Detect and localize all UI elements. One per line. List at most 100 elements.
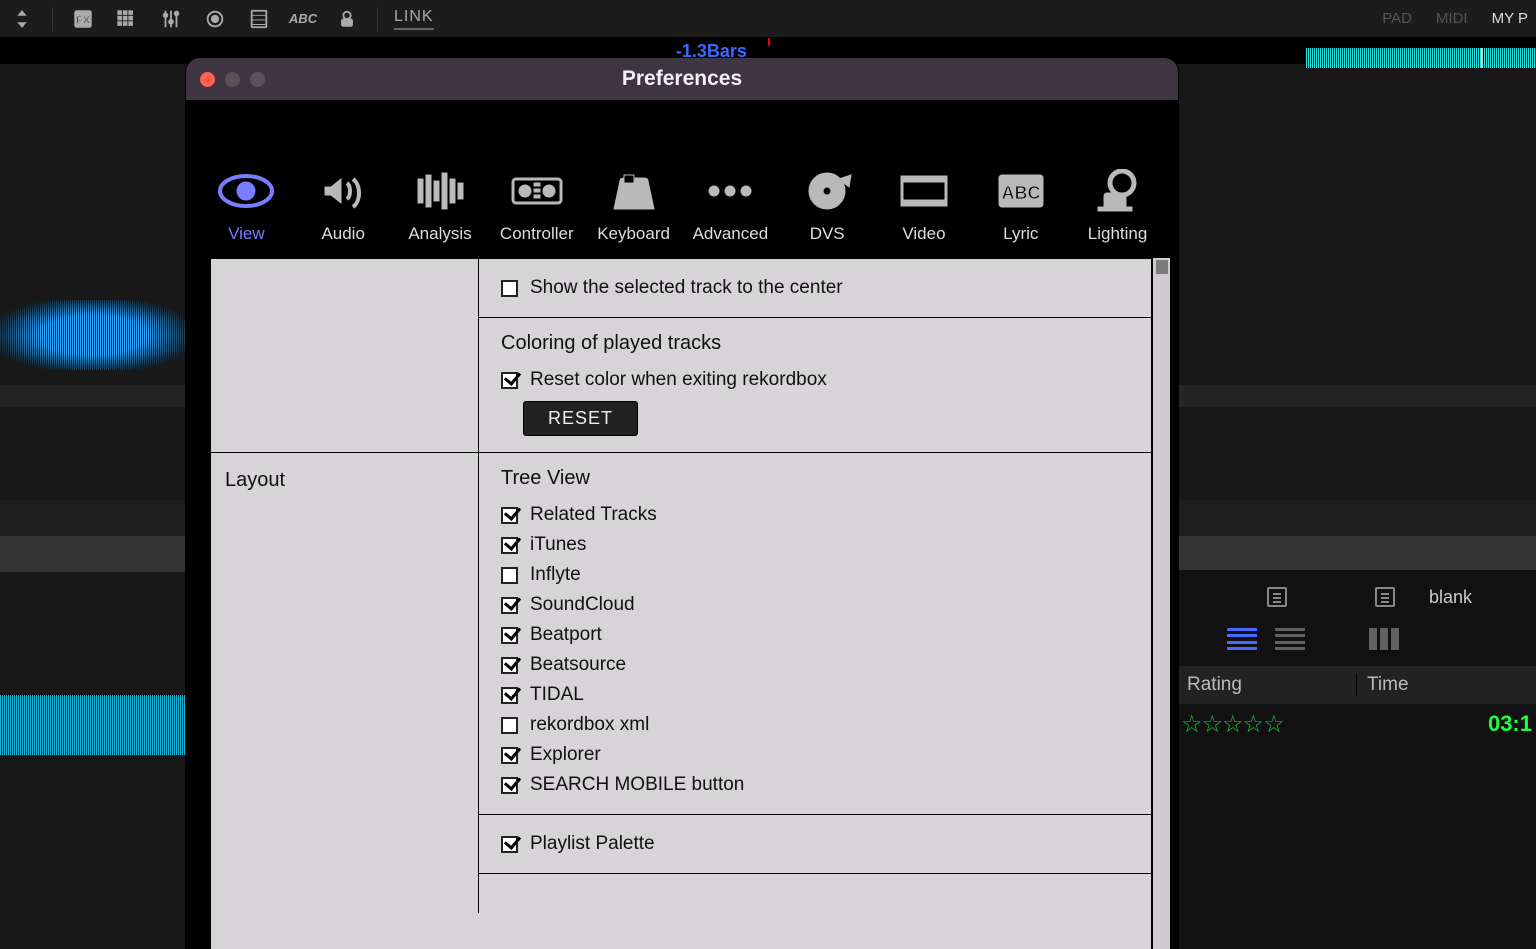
tree-item-checkbox[interactable] [501,687,518,704]
preferences-tabs: View Audio Analysis Controller Keyboard Advan… [186,100,1178,258]
video-icon [895,168,953,214]
midi-mode-label[interactable]: MIDI [1436,10,1468,27]
view-detail-icon[interactable] [1275,628,1305,650]
pref-tab-controller[interactable]: Controller [491,168,583,244]
view-icon [217,168,275,214]
track-time: 03:1 [1488,711,1536,737]
my-page-label[interactable]: MY P [1492,10,1528,27]
check-playlist-palette-label: Playlist Palette [530,833,655,855]
tree-item-checkbox[interactable] [501,537,518,554]
tree-item-label: Inflyte [530,564,581,586]
window-titlebar[interactable]: Preferences [186,58,1178,100]
check-show-center-input[interactable] [501,280,518,297]
tree-item-checkbox[interactable] [501,747,518,764]
pref-tab-label: View [228,224,265,244]
tree-item-beatport[interactable]: Beatport [501,620,1151,650]
keyboard-icon [605,168,663,214]
check-show-center-label: Show the selected track to the center [530,277,843,299]
view-grid-icon[interactable] [1369,628,1399,650]
pref-tab-label: Controller [500,224,574,244]
scrollbar-thumb[interactable] [1156,260,1168,274]
overview-waveform-right [1306,48,1536,68]
fx-icon[interactable]: FX [69,5,97,33]
tree-item-search-mobile-button[interactable]: SEARCH MOBILE button [501,770,1151,800]
col-rating[interactable]: Rating [1177,674,1357,696]
tree-item-rekordbox-xml[interactable]: rekordbox xml [501,710,1151,740]
tree-item-label: Related Tracks [530,504,657,526]
col-time[interactable]: Time [1357,674,1536,696]
pref-tab-label: Advanced [693,224,769,244]
view-list-icon[interactable] [1227,628,1257,650]
browser-header: Rating Time [1177,666,1536,704]
tree-item-label: rekordbox xml [530,714,649,736]
tree-item-checkbox[interactable] [501,507,518,524]
mixer-sliders-icon[interactable] [157,5,185,33]
pref-tab-keyboard[interactable]: Keyboard [588,168,680,244]
tree-item-checkbox[interactable] [501,627,518,644]
deck-a-waveform [0,300,186,370]
tree-item-checkbox[interactable] [501,657,518,674]
film-strip-icon[interactable] [245,5,273,33]
window-title: Preferences [186,67,1178,91]
pads-grid-icon[interactable] [113,5,141,33]
tree-item-beatsource[interactable]: Beatsource [501,650,1151,680]
check-playlist-palette-input[interactable] [501,836,518,853]
browser-panel: blank Rating Time ☆☆☆☆☆ 03:1 [1176,570,1536,949]
reset-button[interactable]: RESET [523,401,638,436]
lyric-icon [992,168,1050,214]
pref-tab-advanced[interactable]: Advanced [684,168,776,244]
pref-tab-audio[interactable]: Audio [297,168,389,244]
pad-mode-label[interactable]: PAD [1382,10,1412,27]
check-reset-color[interactable]: Reset color when exiting rekordbox [501,365,1151,395]
analysis-icon [411,168,469,214]
tree-item-checkbox[interactable] [501,597,518,614]
document-icon[interactable] [1375,587,1395,607]
tree-item-inflyte[interactable]: Inflyte [501,560,1151,590]
tree-item-explorer[interactable]: Explorer [501,740,1151,770]
pref-tab-analysis[interactable]: Analysis [394,168,486,244]
tree-item-label: Beatsource [530,654,626,676]
pref-tab-label: Lyric [1003,224,1038,244]
tree-item-label: Explorer [530,744,601,766]
pref-tab-label: Keyboard [597,224,670,244]
close-window-icon[interactable] [200,72,215,87]
check-reset-color-input[interactable] [501,372,518,389]
pref-tab-label: Analysis [408,224,471,244]
scrollbar-track[interactable] [1152,258,1170,949]
browser-row[interactable]: ☆☆☆☆☆ 03:1 [1177,704,1536,744]
zoom-vertical-icon[interactable] [8,5,36,33]
zoom-window-icon[interactable] [250,72,265,87]
tree-item-label: iTunes [530,534,586,556]
tree-item-label: SEARCH MOBILE button [530,774,744,796]
rating-stars[interactable]: ☆☆☆☆☆ [1177,710,1488,739]
tree-item-checkbox[interactable] [501,777,518,794]
check-show-center[interactable]: Show the selected track to the center [501,273,1151,303]
controller-icon [508,168,566,214]
dvs-icon [798,168,856,214]
pref-tab-video[interactable]: Video [878,168,970,244]
minimize-window-icon[interactable] [225,72,240,87]
check-reset-color-label: Reset color when exiting rekordbox [530,369,827,391]
abc-text-icon[interactable]: ABC [289,5,317,33]
check-playlist-palette[interactable]: Playlist Palette [501,829,1151,859]
tree-item-related-tracks[interactable]: Related Tracks [501,500,1151,530]
pref-tab-dvs[interactable]: DVS [781,168,873,244]
tree-item-tidal[interactable]: TIDAL [501,680,1151,710]
pref-tab-lighting[interactable]: Lighting [1072,168,1164,244]
tree-item-label: Beatport [530,624,602,646]
preferences-body: Show the selected track to the center Co… [210,258,1170,949]
pref-tab-view[interactable]: View [200,168,292,244]
tree-item-checkbox[interactable] [501,717,518,734]
pref-tab-lyric[interactable]: Lyric [975,168,1067,244]
pref-tab-label: Audio [321,224,364,244]
tree-item-checkbox[interactable] [501,567,518,584]
main-toolbar: FX ABC LINK PAD MIDI MY P [0,0,1536,38]
lighting-small-icon[interactable] [333,5,361,33]
tree-item-itunes[interactable]: iTunes [501,530,1151,560]
tree-item-soundcloud[interactable]: SoundCloud [501,590,1151,620]
pref-tab-label: DVS [810,224,845,244]
record-icon[interactable] [201,5,229,33]
section-label-empty [211,259,479,452]
list-mode-icon[interactable] [1267,587,1287,607]
link-button[interactable]: LINK [394,8,434,30]
